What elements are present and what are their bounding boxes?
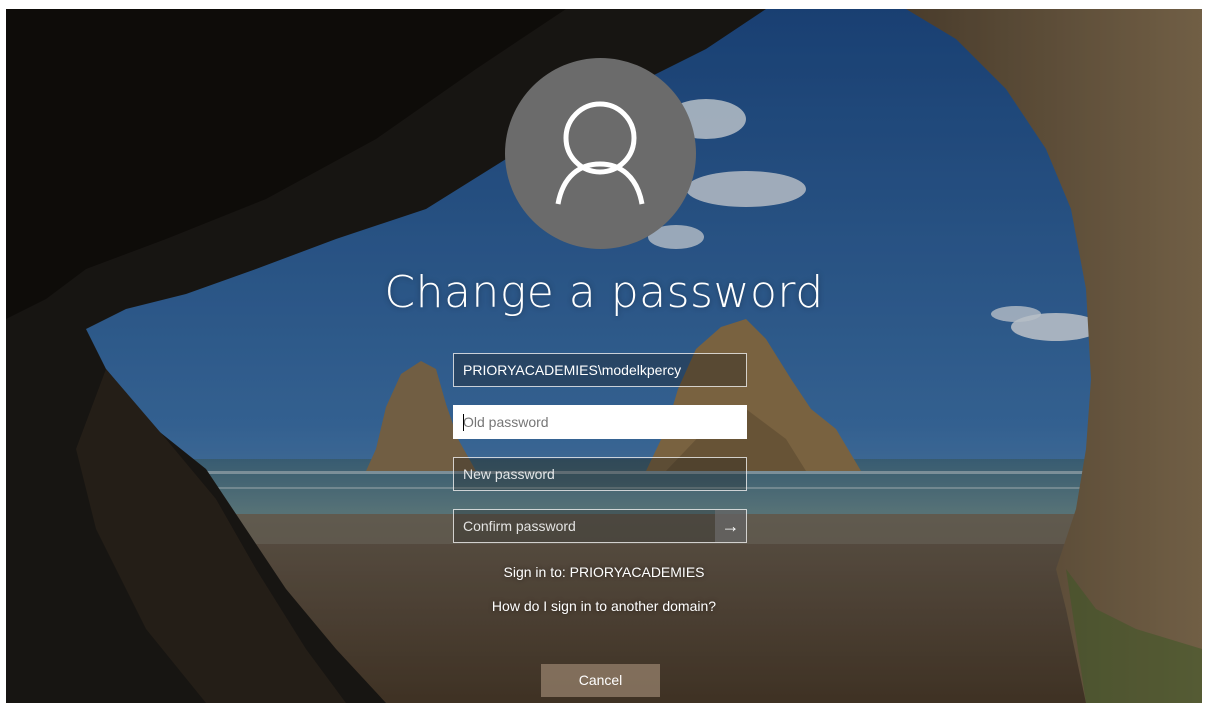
new-password-placeholder: New password	[463, 466, 555, 482]
username-field: PRIORYACADEMIES\modelkpercy	[453, 353, 747, 387]
username-value: PRIORYACADEMIES\modelkpercy	[463, 362, 682, 378]
lock-screen: Change a password PRIORYACADEMIES\modelk…	[6, 9, 1202, 703]
other-domain-help: How do I sign in to another domain?	[6, 598, 1202, 614]
confirm-password-placeholder: Confirm password	[463, 518, 576, 534]
old-password-placeholder: Old password	[463, 414, 549, 430]
cancel-button[interactable]: Cancel	[541, 664, 660, 697]
text-caret	[463, 414, 464, 431]
arrow-right-icon: →	[721, 516, 740, 536]
user-avatar	[505, 58, 696, 249]
user-icon	[555, 101, 645, 205]
old-password-input[interactable]: Old password	[453, 405, 747, 439]
new-password-input[interactable]: New password	[453, 457, 747, 491]
submit-button[interactable]: →	[715, 510, 746, 542]
other-domain-help-link[interactable]: How do I sign in to another domain?	[492, 598, 716, 614]
page-title: Change a password	[384, 267, 824, 318]
sign-in-domain-text: Sign in to: PRIORYACADEMIES	[503, 564, 705, 580]
confirm-password-input[interactable]: Confirm password →	[453, 509, 747, 543]
